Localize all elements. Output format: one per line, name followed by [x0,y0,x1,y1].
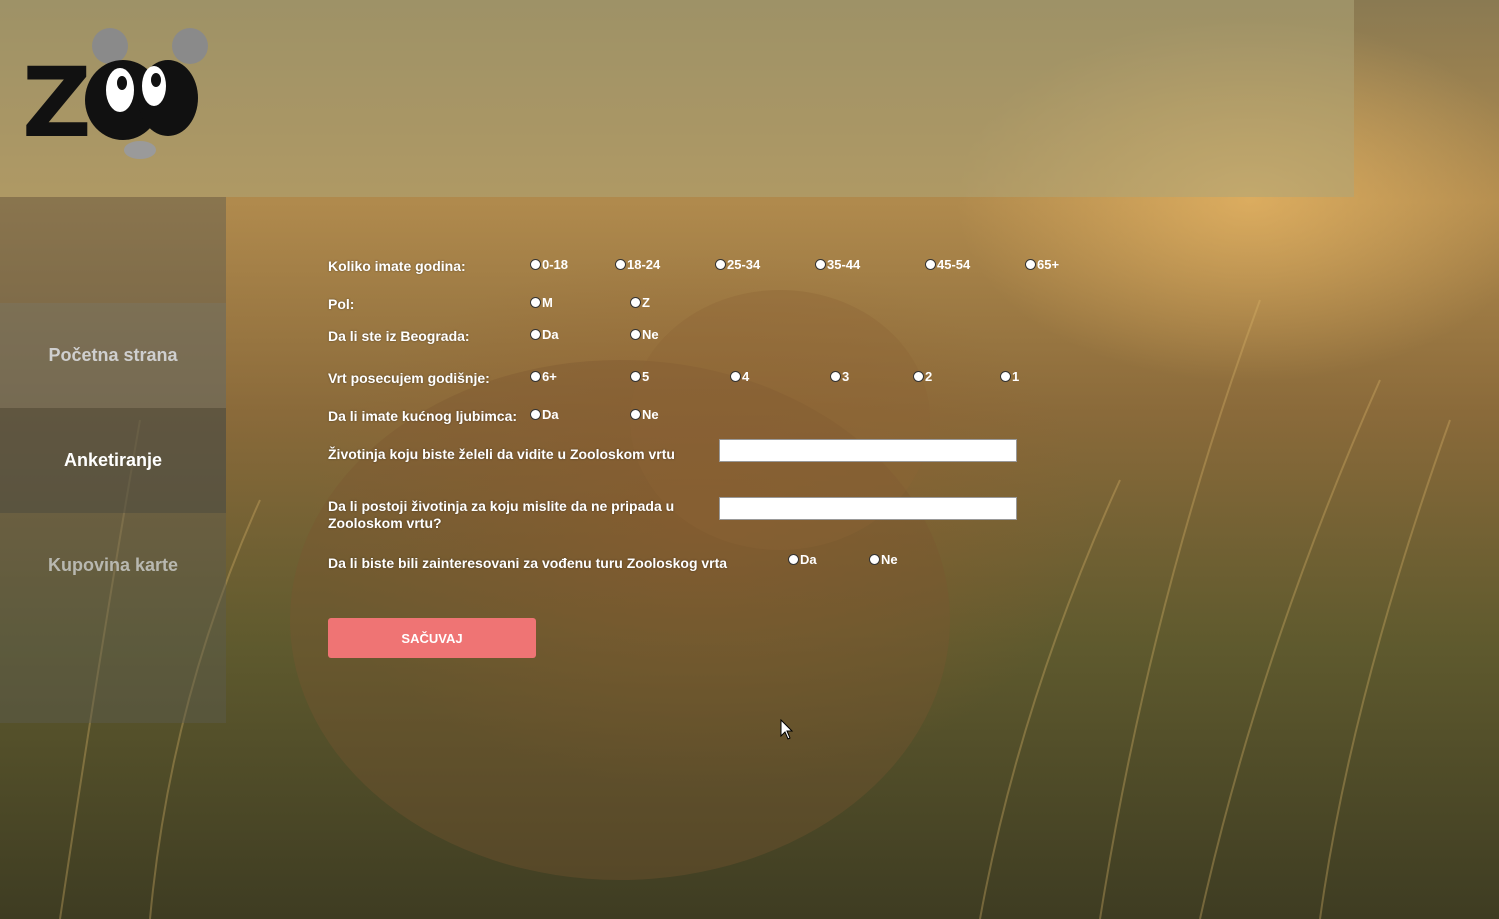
radio-circle[interactable] [830,371,841,382]
visits-radio-4[interactable]: 4 [730,369,749,384]
visits-radio-3[interactable]: 3 [830,369,849,384]
radio-circle[interactable] [615,259,626,270]
radio-circle[interactable] [715,259,726,270]
age-radio-0-18[interactable]: 0-18 [530,257,568,272]
radio-circle[interactable] [815,259,826,270]
radio-circle[interactable] [925,259,936,270]
radio-circle[interactable] [630,371,641,382]
age-radio-45-54[interactable]: 45-54 [925,257,970,272]
svg-text:Z: Z [22,47,92,159]
wish-animal-input[interactable] [719,439,1017,462]
pet-radio-ne[interactable]: Ne [630,407,659,422]
radio-circle[interactable] [1000,371,1011,382]
radio-circle[interactable] [630,329,641,340]
age-label: Koliko imate godina: [328,258,466,274]
visits-label: Vrt posecujem godišnje: [328,370,490,386]
pet-radio-da[interactable]: Da [530,407,559,422]
visits-radio-5[interactable]: 5 [630,369,649,384]
radio-circle[interactable] [630,297,641,308]
radio-circle[interactable] [630,409,641,420]
save-button[interactable]: SAČUVAJ [328,618,536,658]
tour-radio-da[interactable]: Da [788,552,817,567]
nav-item-home[interactable]: Početna strana [0,303,226,408]
visits-radio-6-plus[interactable]: 6+ [530,369,557,384]
radio-circle[interactable] [869,554,880,565]
belgrade-radio-da[interactable]: Da [530,327,559,342]
nav-item-survey[interactable]: Anketiranje [0,408,226,513]
mouse-cursor-icon [780,719,794,740]
radio-circle[interactable] [730,371,741,382]
radio-circle[interactable] [1025,259,1036,270]
unwanted-animal-input[interactable] [719,497,1017,520]
tour-radio-ne[interactable]: Ne [869,552,898,567]
visits-radio-1[interactable]: 1 [1000,369,1019,384]
nav-item-label: Anketiranje [63,450,163,470]
pet-label: Da li imate kućnog ljubimca: [328,408,518,424]
age-radio-35-44[interactable]: 35-44 [815,257,860,272]
sidebar-nav: Početna strana Anketiranje Kupovina kart… [0,197,226,723]
radio-circle[interactable] [530,371,541,382]
belgrade-radio-ne[interactable]: Ne [630,327,659,342]
zoo-logo[interactable]: Z [20,28,220,168]
nav-item-tickets[interactable]: Kupovina karte [0,513,226,618]
wish-animal-label: Životinja koju biste želeli da vidite u … [328,446,675,462]
radio-circle[interactable] [788,554,799,565]
tour-label: Da li biste bili zainteresovani za vođen… [328,555,728,571]
gender-radio-m[interactable]: M [530,295,553,310]
unwanted-animal-label-line1: Da li postoji životinja za koju mislite … [328,498,675,514]
nav-item-label: Početna strana [48,345,178,365]
unwanted-animal-label-line2: Zooloskom vrtu? [328,515,442,531]
age-radio-25-34[interactable]: 25-34 [715,257,760,272]
radio-circle[interactable] [530,259,541,270]
age-radio-18-24[interactable]: 18-24 [615,257,660,272]
nav-item-label: Kupovina karte [47,555,179,575]
gender-radio-z[interactable]: Z [630,295,650,310]
radio-circle[interactable] [530,297,541,308]
age-radio-65-plus[interactable]: 65+ [1025,257,1059,272]
radio-circle[interactable] [530,329,541,340]
radio-circle[interactable] [913,371,924,382]
belgrade-label: Da li ste iz Beograda: [328,328,470,344]
visits-radio-2[interactable]: 2 [913,369,932,384]
unwanted-animal-label: Da li postoji životinja za koju mislite … [328,498,674,532]
gender-label: Pol: [328,296,355,312]
radio-circle[interactable] [530,409,541,420]
